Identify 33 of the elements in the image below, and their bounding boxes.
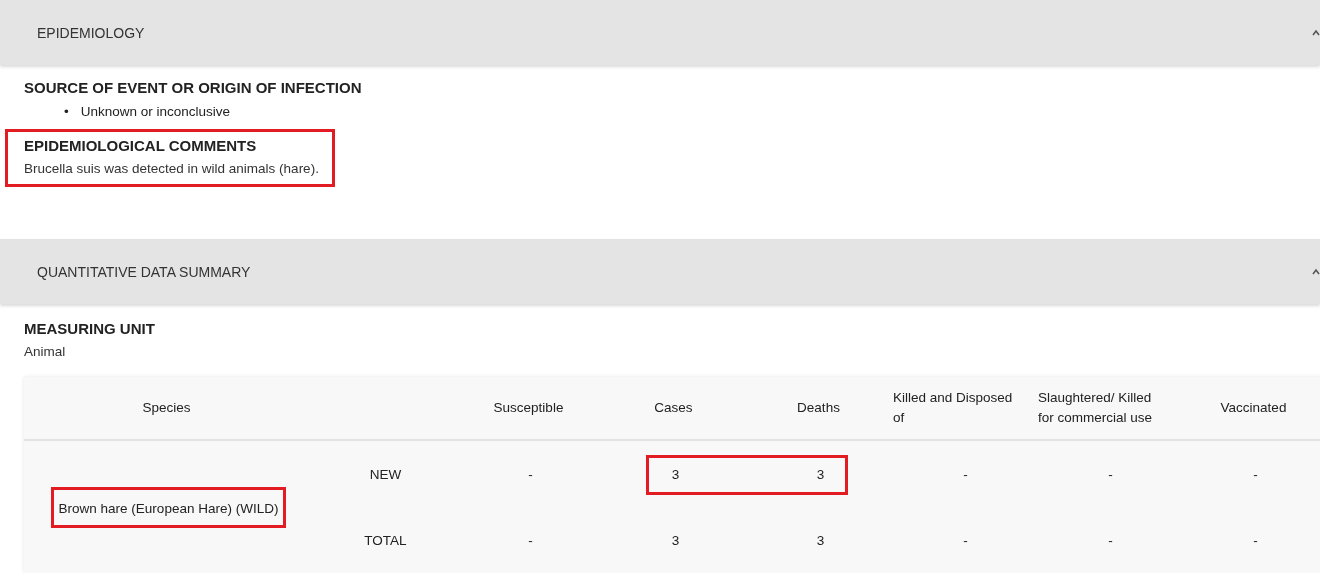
- accordion-header[interactable]: QUANTITATIVE DATA SUMMARY: [0, 239, 1320, 304]
- table-cell-text: 3: [815, 531, 826, 550]
- section-text: Animal: [24, 344, 66, 359]
- table-cell-text: -: [527, 465, 534, 484]
- table-cell-text: 3: [670, 531, 681, 550]
- column-header: Susceptible: [458, 377, 603, 441]
- column-header: Deaths: [748, 377, 893, 441]
- row-label: NEW: [368, 465, 403, 484]
- row-label: TOTAL: [363, 531, 408, 550]
- table-cell-text: -: [1107, 531, 1114, 550]
- table-cell-text: -: [1252, 531, 1259, 550]
- chevron-up-icon[interactable]: [1312, 267, 1320, 276]
- table-cell-text: -: [527, 531, 534, 550]
- bullet-mark: •: [64, 103, 69, 121]
- table-cell-text: 3: [815, 465, 826, 484]
- table-cell-text: -: [962, 531, 969, 550]
- species-name: Brown hare (European Hare) (WILD): [50, 486, 287, 528]
- table-cell-text: -: [1252, 465, 1259, 484]
- column-header: Slaughtered/ Killed for commercial use: [1038, 377, 1183, 441]
- column-header: Cases: [603, 377, 748, 441]
- column-header: Species: [24, 377, 313, 441]
- table-cell-text: -: [962, 465, 969, 484]
- section-heading: EPIDEMIOLOGICAL COMMENTS: [24, 137, 257, 154]
- section-text: Brucella suis was detected in wild animals (hare).: [24, 161, 319, 176]
- table-cell-text: 3: [670, 465, 681, 484]
- column-header: Killed and Disposed of: [893, 377, 1038, 441]
- section-heading: SOURCE OF EVENT OR ORIGIN OF INFECTION: [24, 79, 362, 96]
- table-cell-text: -: [1107, 465, 1114, 484]
- accordion-header[interactable]: EPIDEMIOLOGY: [0, 0, 1320, 65]
- chevron-up-icon[interactable]: [1312, 28, 1320, 37]
- column-header: Vaccinated: [1183, 377, 1320, 441]
- section-heading: MEASURING UNIT: [24, 320, 155, 337]
- list-item: Unknown or inconclusive: [80, 103, 231, 121]
